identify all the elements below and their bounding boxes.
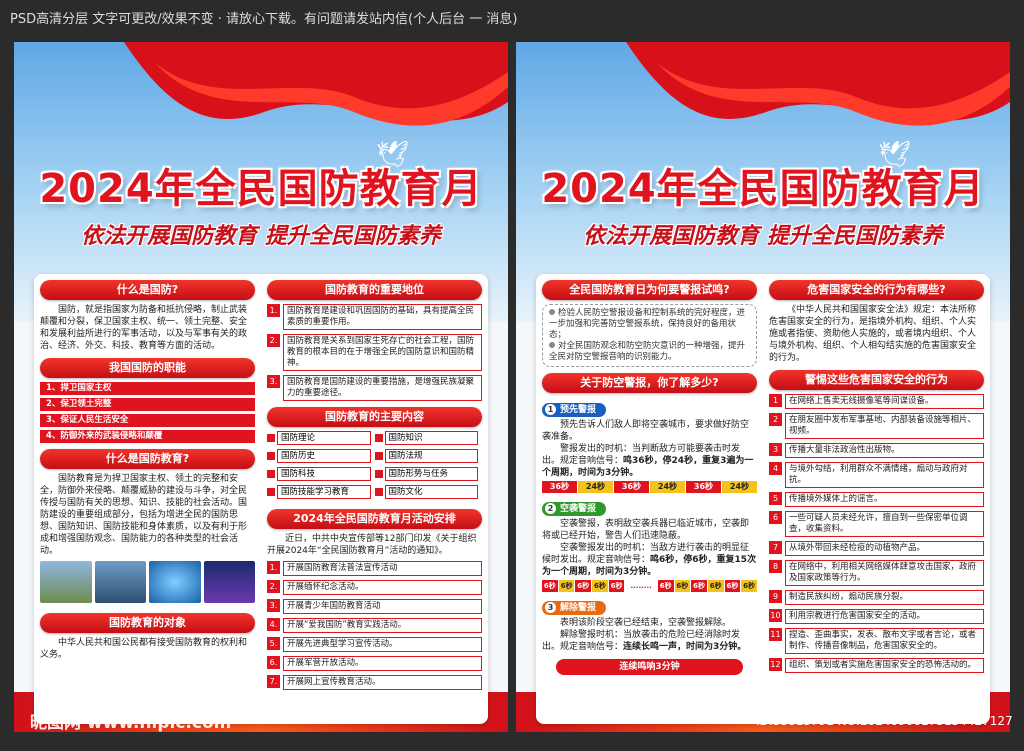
list-item: 3 传播大量非法政治性出版物。 [769,443,984,458]
poster-subtitle: 依法开展国防教育 提升全民国防素养 [583,224,943,249]
grid-item: 国防文化 [374,485,483,499]
note-box: 检验人民防空警报设备和控制系统的完好程度，进一步加强和完善防空警报系统，保持良好… [542,304,757,367]
site-watermark: 昵图网 www.nipic.com [30,713,232,733]
content-grid: 国防理论 国防知识 国防历史 国防法规 国防科技 国防形势与任务 国防技能学习教… [261,431,488,503]
duty-item: 1、捍卫国家主权 [40,382,255,395]
grid-item: 国防历史 [267,449,375,463]
header-caption: PSD高清分层 文字可更改/效果不变 · 请放心下载。有问题请发站内信(个人后台… [10,12,518,27]
section-header: 警惕这些危害国家安全的行为 [769,370,984,390]
section-text: 国防教育是为捍卫国家主权、领土的完整和安全，防御外来侵略、颠覆威胁的建设与斗争，… [40,474,248,556]
poster-title: 2024年全民国防教育月 [541,166,985,212]
list-item: 9 制造民族纠纷，煽动民族分裂。 [769,590,984,605]
space-image [203,561,255,603]
section-text: 空袭警报发出的时机：当敌方进行袭击的明显征候时发出。规定音响信号：鸣6秒，停6秒… [542,543,757,577]
list-item: 4 与境外勾结，利用群众不满情绪，煽动与政府对抗。 [769,462,984,488]
section-header: 什么是国防? [40,280,255,300]
section-text: 警报发出的时机：当判断敌方可能要袭击时发出。规定音响信号：鸣36秒，停24秒，重… [542,444,754,478]
list-item: 7. 开展网上宣传教育活动。 [267,675,482,690]
right-column: 国防教育的重要地位 1. 国防教育是建设和巩固国防的基础，具有提高全民素质的重要作… [261,274,488,694]
list-item: 12 组织、策划或者实施危害国家安全的恐怖活动的。 [769,658,984,673]
list-item: 5 传播境外媒体上的谣言。 [769,492,984,507]
section-header: 2024年全民国防教育月活动安排 [267,509,482,529]
signal-sequence: 36秒 24秒 36秒 24秒 36秒 24秒 [542,481,757,493]
list-item: 8 在网络中，利用相关网络媒体肆意攻击国家，政府及国家政策等行为。 [769,560,984,586]
list-item: 5. 开展先进典型学习宣传活动。 [267,637,482,652]
section-text: 近日，中共中央宣传部等12部门印发《关于组织开展2024年“全民国防教育月”活动… [267,534,477,556]
list-item: 2 在朋友圈中发布军事基地、内部装备设施等相片、视频。 [769,413,984,439]
section-header: 危害国家安全的行为有哪些? [769,280,984,300]
section-header: 国防教育的对象 [40,613,255,633]
poster-subtitle: 依法开展国防教育 提升全民国防素养 [81,224,441,249]
alarm-type-badge: 2 空袭警报 [542,502,607,516]
section-text: 预先告诉人们敌人即将空袭城市，要求做好防空袭准备。 [542,420,750,442]
grid-item: 国防技能学习教育 [267,485,375,499]
list-item: 10 利用宗教进行危害国家安全的活动。 [769,609,984,624]
poster-left: 🕊 2024年全民国防教育月 依法开展国防教育 提升全民国防素养 什么是国防? … [14,42,508,732]
section-text: 表明该阶段空袭已经结束，空袭警报解除。 [560,618,732,628]
grid-item: 国防理论 [267,431,375,445]
list-item: 1. 开展国防教育法普法宣传活动 [267,561,482,576]
section-header: 国防教育的重要地位 [267,280,482,300]
warship-image [94,561,146,603]
list-item: 7 从境外带回未经检疫的动植物产品。 [769,541,984,556]
section-text: 《中华人民共和国国家安全法》规定：本法所称危害国家安全的行为，是指境外机构、组织… [769,305,977,363]
continuous-signal-bar: 连续鸣响3分钟 [556,659,743,675]
poster-right: 🕊 2024年全民国防教育月 依法开展国防教育 提升全民国防素养 全民国防教育日… [516,42,1010,732]
list-item: 6 一些可疑人员未经允许，擅自到一些保密单位调查，收集资料。 [769,511,984,537]
list-item: 11 捏造、歪曲事实，发表、散布文字或者言论，或者制作、传播音像制品，危害国家安全… [769,628,984,654]
duty-item: 2、保卫领土完整 [40,398,255,411]
alarm-type-badge: 1 预先警报 [542,403,607,417]
duty-item: 3、保证人民生活安全 [40,414,255,427]
image-strip [34,557,261,607]
list-item: 6. 开展军营开放活动。 [267,656,482,671]
left-column: 全民国防教育日为何要警报试鸣? 检验人民防空警报设备和控制系统的完好程度，进一步… [536,274,763,675]
section-text: 解除警报时机：当放袭击的危险已经消除时发出。规定音响信号：连续长鸣一声，时间为3… [542,630,747,652]
section-text: 空袭警报，表明敌空袭兵器已临近城市，空袭即将或已经开始，警告人们迅速隐蔽。 [542,519,750,541]
grid-item: 国防法规 [374,449,483,463]
shield-icon [149,561,201,603]
grid-item: 国防形势与任务 [374,467,483,481]
section-header: 国防教育的主要内容 [267,407,482,427]
section-header: 什么是国防教育? [40,449,255,469]
list-item: 2. 开展缅怀纪念活动。 [267,580,482,595]
content-panel: 什么是国防? 国防，就是指国家为防备和抵抗侵略，制止武装颠覆和分裂，保卫国家主权… [34,274,488,724]
list-item: 1. 国防教育是建设和巩固国防的基础，具有提高全民素质的重要作用。 [267,304,482,330]
red-flag-icon [626,42,1010,126]
list-item: 3. 开展青少年国防教育活动 [267,599,482,614]
poster-title: 2024年全民国防教育月 [39,166,483,212]
list-item: 1 在网络上售卖无线摄像笔等间谍设备。 [769,394,984,409]
image-id-line: ID:33813791 NO:20240906175154427127 [756,714,1013,728]
right-column: 危害国家安全的行为有哪些? 《中华人民共和国国家安全法》规定：本法所称危害国家安… [763,274,990,677]
great-wall-image [40,561,92,603]
grid-item: 国防科技 [267,467,375,481]
section-header: 关于防空警报，你了解多少? [542,373,757,393]
section-header: 全民国防教育日为何要警报试鸣? [542,280,757,300]
section-text: 国防，就是指国家为防备和抵抗侵略，制止武装颠覆和分裂，保卫国家主权、统一、领土完… [40,305,248,351]
section-text: 中华人民共和国公民都有接受国防教育的权利和义务。 [40,638,248,660]
list-item: 3. 国防教育是国防建设的重要措施，是增强民族凝聚力的重要途径。 [267,375,482,401]
signal-sequence: 6秒 6秒 6秒 6秒 6秒 ........ 6秒 6秒 6秒 6秒 6秒 6秒 [542,580,757,592]
list-item: 2. 国防教育是关系到国家生死存亡的社会工程，国防教育的根本目的在于增强全民的国防… [267,334,482,371]
left-column: 什么是国防? 国防，就是指国家为防备和抵抗侵略，制止武装颠覆和分裂，保卫国家主权… [34,274,261,661]
duty-item: 4、防御外来的武装侵略和颠覆 [40,430,255,443]
list-item: 4. 开展“爱我国防”教育实践活动。 [267,618,482,633]
section-header: 我国国防的职能 [40,358,255,378]
alarm-type-badge: 3 解除警报 [542,601,607,615]
content-panel: 全民国防教育日为何要警报试鸣? 检验人民防空警报设备和控制系统的完好程度，进一步… [536,274,990,724]
red-flag-icon [124,42,508,126]
grid-item: 国防知识 [374,431,483,445]
